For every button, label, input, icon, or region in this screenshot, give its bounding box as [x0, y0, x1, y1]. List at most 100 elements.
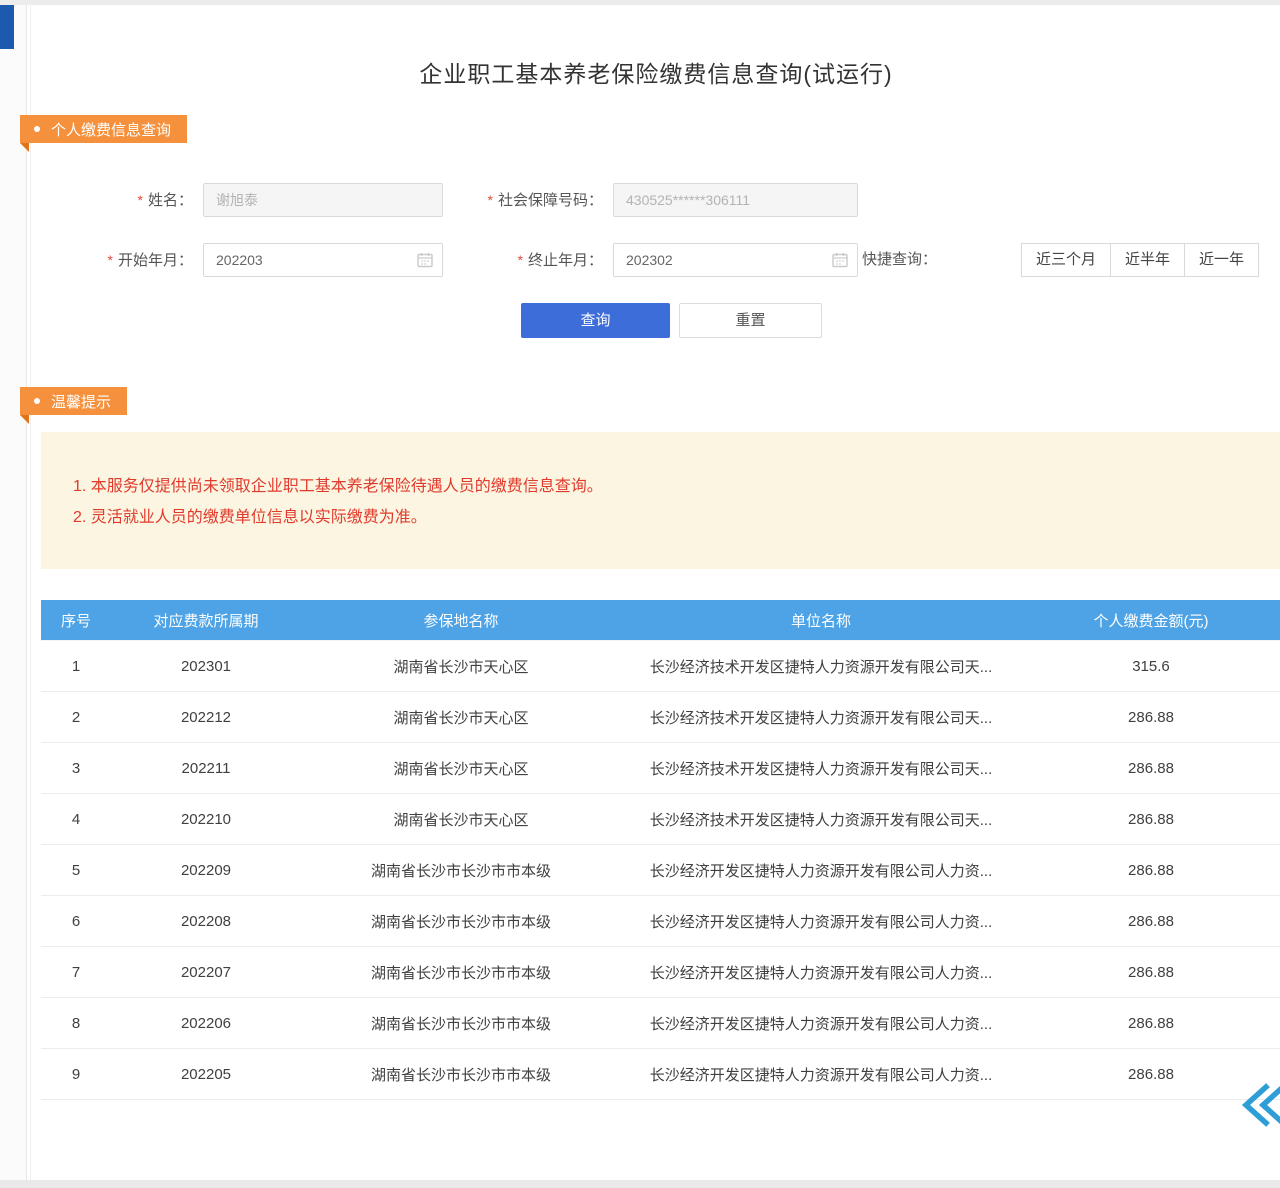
table-cell: 286.88 [1021, 845, 1280, 896]
query-button[interactable]: 查询 [521, 303, 670, 338]
reset-button[interactable]: 重置 [679, 303, 822, 338]
section-badge-personal-query: 个人缴费信息查询 [20, 115, 187, 143]
table-header-cell: 序号 [41, 600, 111, 641]
table-cell: 202211 [111, 743, 301, 794]
table-cell: 湖南省长沙市天心区 [301, 641, 621, 692]
results-table: 序号对应费款所属期参保地名称单位名称个人缴费金额(元) 1202301湖南省长沙… [41, 600, 1280, 1100]
table-cell: 9 [41, 1049, 111, 1100]
end-month-field[interactable]: 202302 [613, 243, 858, 277]
table-cell: 202209 [111, 845, 301, 896]
table-row: 6202208湖南省长沙市长沙市市本级长沙经济开发区捷特人力资源开发有限公司人力… [41, 896, 1280, 947]
table-cell: 长沙经济技术开发区捷特人力资源开发有限公司天... [621, 794, 1021, 845]
ribbon-fold [20, 143, 29, 152]
ssn-field[interactable]: 430525******306111 [613, 183, 858, 217]
table-cell: 湖南省长沙市天心区 [301, 743, 621, 794]
calendar-icon[interactable] [417, 252, 433, 268]
required-asterisk: * [138, 192, 143, 208]
start-month-label: *开始年月： [31, 243, 193, 277]
name-label: *姓名： [31, 183, 193, 217]
table-cell: 286.88 [1021, 896, 1280, 947]
name-field[interactable]: 谢旭泰 [203, 183, 443, 217]
left-rail [0, 5, 27, 1188]
quick-btn-last-half-year[interactable]: 近半年 [1110, 243, 1185, 277]
table-body: 1202301湖南省长沙市天心区长沙经济技术开发区捷特人力资源开发有限公司天..… [41, 641, 1280, 1100]
section-badge-label: 个人缴费信息查询 [51, 119, 171, 140]
table-row: 3202211湖南省长沙市天心区长沙经济技术开发区捷特人力资源开发有限公司天..… [41, 743, 1280, 794]
results-table-wrap: 序号对应费款所属期参保地名称单位名称个人缴费金额(元) 1202301湖南省长沙… [41, 600, 1280, 1100]
table-cell: 286.88 [1021, 794, 1280, 845]
bullet-dot-icon [34, 398, 40, 404]
double-chevron-left-icon[interactable] [1239, 1083, 1280, 1127]
end-month-label: *终止年月： [439, 243, 603, 277]
notice-line: 2. 灵活就业人员的缴费单位信息以实际缴费为准。 [73, 505, 1261, 530]
table-row: 5202209湖南省长沙市长沙市市本级长沙经济开发区捷特人力资源开发有限公司人力… [41, 845, 1280, 896]
table-cell: 湖南省长沙市长沙市市本级 [301, 998, 621, 1049]
table-cell: 长沙经济开发区捷特人力资源开发有限公司人力资... [621, 896, 1021, 947]
quick-btn-last-year[interactable]: 近一年 [1184, 243, 1259, 277]
table-cell: 湖南省长沙市长沙市市本级 [301, 896, 621, 947]
table-cell: 5 [41, 845, 111, 896]
form-row-identity: *姓名： 谢旭泰 *社会保障号码： 430525******306111 [31, 183, 1280, 217]
table-cell: 202207 [111, 947, 301, 998]
calendar-icon[interactable] [832, 252, 848, 268]
required-asterisk: * [488, 192, 493, 208]
table-cell: 6 [41, 896, 111, 947]
ssn-label: *社会保障号码： [439, 183, 603, 217]
table-cell: 湖南省长沙市长沙市市本级 [301, 947, 621, 998]
required-asterisk: * [108, 252, 113, 268]
sidebar-tab[interactable] [0, 5, 14, 49]
quick-query-group: 近三个月 近半年 近一年 [1021, 243, 1259, 277]
form-row-dates: *开始年月： 202203 *终止年月： 202302 [31, 243, 1280, 277]
main-panel: 企业职工基本养老保险缴费信息查询(试运行) 个人缴费信息查询 *姓名： 谢旭泰 … [30, 5, 1280, 1188]
page-title: 企业职工基本养老保险缴费信息查询(试运行) [31, 55, 1280, 89]
table-row: 7202207湖南省长沙市长沙市市本级长沙经济开发区捷特人力资源开发有限公司人力… [41, 947, 1280, 998]
table-cell: 长沙经济开发区捷特人力资源开发有限公司人力资... [621, 1049, 1021, 1100]
form-actions: 查询 重置 [31, 303, 1280, 336]
table-row: 9202205湖南省长沙市长沙市市本级长沙经济开发区捷特人力资源开发有限公司人力… [41, 1049, 1280, 1100]
required-asterisk: * [518, 252, 523, 268]
table-cell: 长沙经济开发区捷特人力资源开发有限公司人力资... [621, 947, 1021, 998]
table-row: 8202206湖南省长沙市长沙市市本级长沙经济开发区捷特人力资源开发有限公司人力… [41, 998, 1280, 1049]
table-cell: 202206 [111, 998, 301, 1049]
table-cell: 长沙经济技术开发区捷特人力资源开发有限公司天... [621, 743, 1021, 794]
table-cell: 2 [41, 692, 111, 743]
table-cell: 1 [41, 641, 111, 692]
table-cell: 4 [41, 794, 111, 845]
table-cell: 3 [41, 743, 111, 794]
ribbon-fold [20, 415, 29, 424]
table-cell: 7 [41, 947, 111, 998]
table-cell: 湖南省长沙市长沙市市本级 [301, 1049, 621, 1100]
table-cell: 202301 [111, 641, 301, 692]
table-cell: 202210 [111, 794, 301, 845]
table-row: 4202210湖南省长沙市天心区长沙经济技术开发区捷特人力资源开发有限公司天..… [41, 794, 1280, 845]
bottom-edge-strip [0, 1180, 1280, 1188]
section-badge-label: 温馨提示 [51, 391, 111, 412]
table-header-cell: 参保地名称 [301, 600, 621, 641]
start-month-field[interactable]: 202203 [203, 243, 443, 277]
table-cell: 长沙经济技术开发区捷特人力资源开发有限公司天... [621, 641, 1021, 692]
bullet-dot-icon [34, 126, 40, 132]
table-header-cell: 单位名称 [621, 600, 1021, 641]
table-cell: 202208 [111, 896, 301, 947]
table-cell: 286.88 [1021, 998, 1280, 1049]
table-cell: 286.88 [1021, 743, 1280, 794]
table-cell: 湖南省长沙市长沙市市本级 [301, 845, 621, 896]
table-header-cell: 对应费款所属期 [111, 600, 301, 641]
table-cell: 长沙经济技术开发区捷特人力资源开发有限公司天... [621, 692, 1021, 743]
table-row: 1202301湖南省长沙市天心区长沙经济技术开发区捷特人力资源开发有限公司天..… [41, 641, 1280, 692]
table-cell: 202212 [111, 692, 301, 743]
table-header-row: 序号对应费款所属期参保地名称单位名称个人缴费金额(元) [41, 600, 1280, 641]
table-row: 2202212湖南省长沙市天心区长沙经济技术开发区捷特人力资源开发有限公司天..… [41, 692, 1280, 743]
notice-line: 1. 本服务仅提供尚未领取企业职工基本养老保险待遇人员的缴费信息查询。 [73, 474, 1261, 499]
table-header-cell: 个人缴费金额(元) [1021, 600, 1280, 641]
table-cell: 286.88 [1021, 947, 1280, 998]
table-cell: 8 [41, 998, 111, 1049]
table-cell: 202205 [111, 1049, 301, 1100]
table-cell: 湖南省长沙市天心区 [301, 794, 621, 845]
quick-btn-last-3-months[interactable]: 近三个月 [1021, 243, 1111, 277]
table-cell: 湖南省长沙市天心区 [301, 692, 621, 743]
section-badge-tips: 温馨提示 [20, 387, 127, 415]
table-cell: 长沙经济开发区捷特人力资源开发有限公司人力资... [621, 998, 1021, 1049]
table-cell: 286.88 [1021, 692, 1280, 743]
quick-query-label: 快捷查询： [859, 243, 937, 277]
